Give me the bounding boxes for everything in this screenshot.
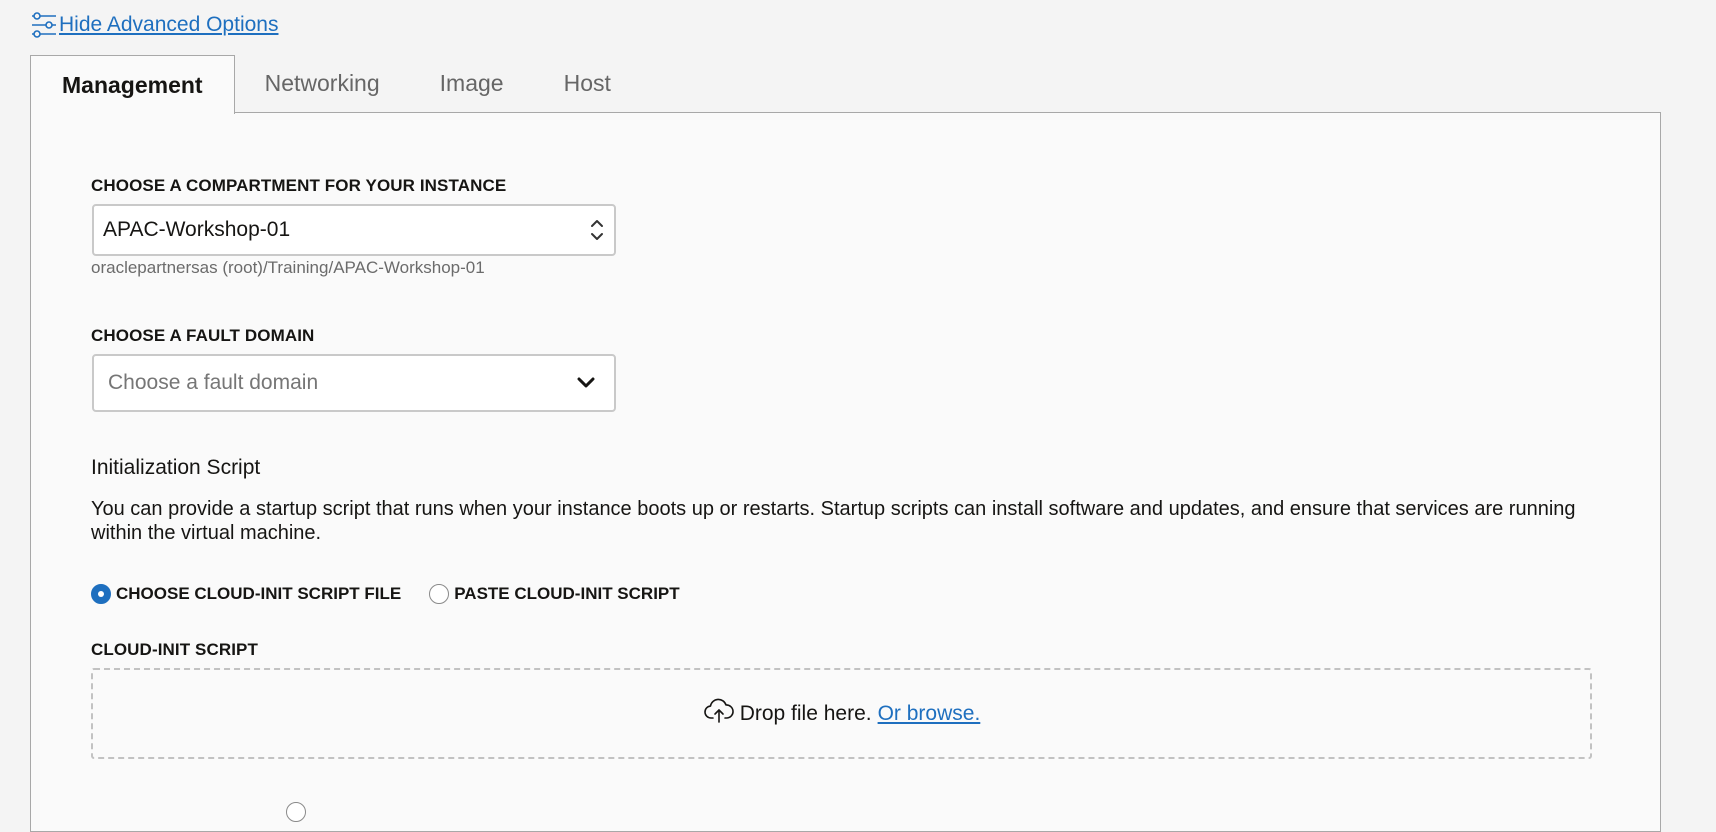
- choose-script-file-label[interactable]: CHOOSE CLOUD-INIT SCRIPT FILE: [116, 584, 401, 604]
- paste-script-option[interactable]: PASTE CLOUD-INIT SCRIPT: [429, 584, 680, 604]
- compartment-value: APAC-Workshop-01: [103, 218, 291, 241]
- browse-link[interactable]: Or browse.: [878, 702, 981, 726]
- paste-script-label[interactable]: PASTE CLOUD-INIT SCRIPT: [454, 584, 679, 604]
- fault-domain-label: CHOOSE A FAULT DOMAIN: [91, 326, 315, 345]
- compartment-path: oraclepartnersas (root)/Training/APAC-Wo…: [91, 258, 485, 277]
- sliders-icon: [30, 11, 58, 39]
- choose-script-file-radio[interactable]: [91, 584, 111, 604]
- tab-networking[interactable]: Networking: [235, 55, 410, 112]
- compartment-select[interactable]: APAC-Workshop-01: [92, 204, 616, 256]
- cloud-init-dropzone[interactable]: Drop file here. Or browse.: [91, 668, 1592, 759]
- cloud-init-radio-group: CHOOSE CLOUD-INIT SCRIPT FILE PASTE CLOU…: [91, 582, 708, 606]
- fault-domain-placeholder: Choose a fault domain: [108, 371, 319, 394]
- partial-radio[interactable]: [286, 802, 306, 822]
- chevron-down-icon: [576, 376, 596, 390]
- tab-bar: Management Networking Image Host: [30, 55, 641, 114]
- init-script-title: Initialization Script: [91, 456, 261, 479]
- tab-host[interactable]: Host: [534, 55, 641, 112]
- hide-advanced-options-label[interactable]: Hide Advanced Options: [59, 13, 278, 37]
- fault-domain-select[interactable]: Choose a fault domain: [92, 354, 616, 412]
- tab-management[interactable]: Management: [30, 55, 235, 114]
- choose-script-file-option[interactable]: CHOOSE CLOUD-INIT SCRIPT FILE: [91, 584, 401, 604]
- up-down-chevron-icon: [590, 217, 604, 243]
- paste-script-radio[interactable]: [429, 584, 450, 604]
- init-script-description: You can provide a startup script that ru…: [91, 498, 1576, 544]
- hide-advanced-options-link[interactable]: Hide Advanced Options: [30, 10, 278, 40]
- compartment-label: CHOOSE A COMPARTMENT FOR YOUR INSTANCE: [91, 176, 507, 195]
- cloud-upload-icon: [703, 698, 740, 730]
- cloud-init-script-label: CLOUD-INIT SCRIPT: [91, 640, 258, 659]
- tab-image[interactable]: Image: [410, 55, 534, 112]
- dropzone-text: Drop file here.: [739, 701, 872, 725]
